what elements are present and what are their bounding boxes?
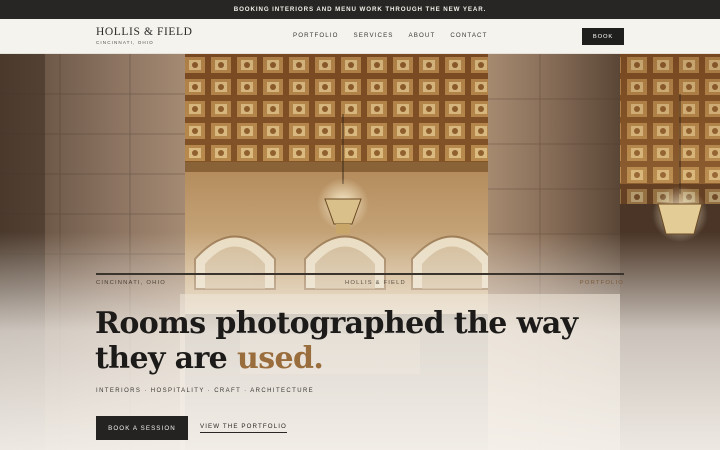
hero-headline: Rooms photographed the way they are used… [95, 306, 655, 376]
view-portfolio-link[interactable]: VIEW THE PORTFOLIO [200, 423, 287, 433]
headline-text: Rooms photographed the way they are [95, 306, 578, 376]
nav-contact[interactable]: CONTACT [450, 32, 487, 40]
nav-portfolio[interactable]: PORTFOLIO [293, 32, 339, 40]
book-button[interactable]: BOOK [582, 28, 624, 45]
hero-section: CINCINNATI, OHIO HOLLIS & FIELD PORTFOLI… [0, 54, 720, 450]
brand-name: HOLLIS & FIELD [96, 26, 193, 38]
brand-location: CINCINNATI, OHIO [96, 40, 154, 45]
hero-divider [96, 273, 624, 275]
nav-about[interactable]: ABOUT [409, 32, 436, 40]
hero-meta-portfolio[interactable]: PORTFOLIO [580, 280, 624, 286]
main-nav: PORTFOLIO SERVICES ABOUT CONTACT [293, 32, 503, 40]
brand-logo[interactable]: HOLLIS & FIELD CINCINNATI, OHIO [96, 26, 193, 45]
hero-tags: INTERIORS · HOSPITALITY · CRAFT · ARCHIT… [96, 388, 315, 394]
site-header: HOLLIS & FIELD CINCINNATI, OHIO PORTFOLI… [0, 19, 720, 54]
hero-meta-brand: HOLLIS & FIELD [345, 280, 406, 286]
nav-services[interactable]: SERVICES [354, 32, 394, 40]
headline-accent: used. [237, 341, 324, 376]
hero-meta-location: CINCINNATI, OHIO [96, 280, 166, 286]
announcement-bar: BOOKING INTERIORS AND MENU WORK THROUGH … [0, 0, 720, 19]
announcement-text: BOOKING INTERIORS AND MENU WORK THROUGH … [233, 6, 487, 13]
book-session-button[interactable]: BOOK A SESSION [96, 416, 188, 440]
